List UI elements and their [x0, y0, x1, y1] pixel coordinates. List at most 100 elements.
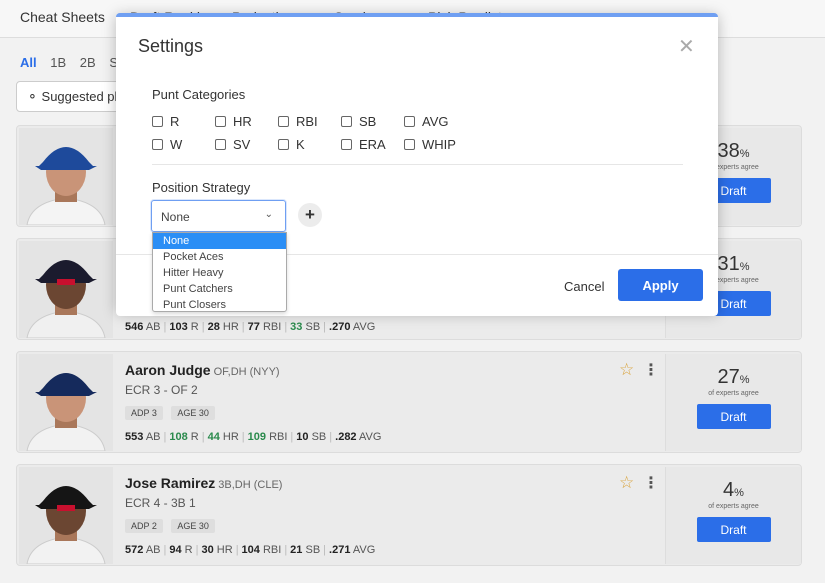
checkbox-box[interactable] — [341, 116, 352, 127]
expert-percent: 38 — [717, 140, 740, 162]
player-position: 3B,DH (CLE) — [218, 479, 283, 491]
stat-label: HR — [222, 321, 239, 333]
stat-label: SB — [305, 321, 321, 333]
filter-tab-2b[interactable]: 2B — [80, 55, 96, 70]
checkbox-label: ERA — [359, 137, 386, 152]
stat-separator: | — [290, 431, 294, 443]
option-punt-closers[interactable]: Punt Closers — [153, 297, 286, 313]
stat-value: 572 — [125, 544, 144, 556]
checkbox-label: WHIP — [422, 137, 456, 152]
star-icon[interactable]: ☆ — [619, 473, 634, 493]
expert-consensus: 4% of experts agree Draft — [665, 467, 801, 564]
punt-checkbox-rbi[interactable]: RBI — [278, 114, 318, 129]
option-hitter-heavy[interactable]: Hitter Heavy — [153, 265, 286, 281]
player-position: OF,DH (NYY) — [213, 366, 280, 378]
player-card: Jose Ramirez 3B,DH (CLE) ECR 4 - 3B 1 ADP… — [16, 464, 802, 566]
checkbox-label: R — [170, 114, 180, 129]
stat-label: R — [190, 431, 199, 443]
stat-separator: | — [201, 321, 205, 333]
stat-value: 553 — [125, 431, 144, 443]
adp-badge: ADP 2 — [125, 519, 163, 533]
stat-separator: | — [284, 321, 288, 333]
stat-label: AVG — [359, 431, 382, 443]
checkbox-label: AVG — [422, 114, 449, 129]
stat-label: R — [184, 544, 193, 556]
lightbulb-icon: ⚬ — [27, 89, 38, 104]
punt-checkbox-avg[interactable]: AVG — [404, 114, 449, 129]
stat-value: .282 — [335, 431, 357, 443]
add-strategy-button[interactable]: + — [298, 203, 322, 227]
suggested-picks-button[interactable]: ⚬ Suggested pl — [16, 81, 126, 112]
stat-label: AB — [145, 431, 161, 443]
cancel-button[interactable]: Cancel — [564, 279, 604, 294]
stat-separator: | — [163, 431, 167, 443]
more-options-icon[interactable]: ⋮ — [643, 473, 659, 493]
checkbox-box[interactable] — [341, 139, 352, 150]
checkbox-box[interactable] — [404, 116, 415, 127]
option-pocket-aces[interactable]: Pocket Aces — [153, 249, 286, 265]
stat-value: 103 — [169, 321, 188, 333]
checkbox-box[interactable] — [278, 116, 289, 127]
punt-checkbox-k[interactable]: K — [278, 137, 305, 152]
position-strategy-label: Position Strategy — [152, 180, 251, 195]
more-options-icon[interactable]: ⋮ — [643, 360, 659, 380]
punt-checkbox-r[interactable]: R — [152, 114, 179, 129]
stat-value: 44 — [207, 431, 220, 443]
position-strategy-options: None Pocket Aces Hitter Heavy Punt Catchers… — [152, 232, 287, 312]
close-icon[interactable]: ✕ — [678, 34, 695, 59]
checkbox-box[interactable] — [215, 139, 226, 150]
punt-categories-label: Punt Categories — [152, 87, 246, 102]
stat-separator: | — [235, 544, 239, 556]
option-none[interactable]: None — [153, 233, 286, 249]
punt-checkbox-era[interactable]: ERA — [341, 137, 386, 152]
checkbox-label: W — [170, 137, 183, 152]
stat-separator: | — [241, 321, 245, 333]
punt-checkbox-whip[interactable]: WHIP — [404, 137, 456, 152]
player-photo — [19, 241, 113, 338]
stat-label: RBI — [262, 544, 282, 556]
stat-separator: | — [329, 431, 333, 443]
stat-value: .270 — [329, 321, 351, 333]
punt-checkbox-sv[interactable]: SV — [215, 137, 250, 152]
stat-label: AB — [145, 321, 161, 333]
checkbox-box[interactable] — [404, 139, 415, 150]
checkbox-box[interactable] — [215, 116, 226, 127]
checkbox-box[interactable] — [152, 116, 163, 127]
age-badge: AGE 30 — [171, 519, 215, 533]
draft-button[interactable]: Draft — [696, 517, 771, 542]
player-photo — [19, 128, 113, 225]
star-icon[interactable]: ☆ — [619, 360, 634, 380]
nav-cheat-sheets[interactable]: Cheat Sheets — [20, 9, 105, 25]
position-strategy-select[interactable]: None ⌄ — [151, 200, 286, 232]
checkbox-box[interactable] — [278, 139, 289, 150]
stat-label: SB — [311, 431, 327, 443]
player-name[interactable]: Jose Ramirez — [125, 475, 215, 491]
player-stats: 572 AB | 94 R | 30 HR | 104 RBI | 21 SB | .271 AVG — [125, 544, 665, 556]
checkbox-label: HR — [233, 114, 252, 129]
stat-value: 104 — [241, 544, 260, 556]
apply-button[interactable]: Apply — [618, 269, 703, 301]
player-ecr: ECR 4 - 3B 1 — [125, 496, 196, 510]
stat-separator: | — [201, 431, 205, 443]
player-stats: 553 AB | 108 R | 44 HR | 109 RBI | 10 SB | .282 AV… — [125, 431, 665, 443]
filter-tab-all[interactable]: All — [20, 55, 37, 70]
expert-percent: 31 — [717, 253, 740, 275]
chevron-down-icon: ⌄ — [264, 209, 273, 220]
stat-value: .271 — [329, 544, 351, 556]
draft-button[interactable]: Draft — [696, 404, 771, 429]
filter-tab-1b[interactable]: 1B — [50, 55, 66, 70]
punt-checkbox-sb[interactable]: SB — [341, 114, 376, 129]
punt-checkbox-hr[interactable]: HR — [215, 114, 252, 129]
stat-separator: | — [323, 544, 327, 556]
option-punt-catchers[interactable]: Punt Catchers — [153, 281, 286, 297]
player-name[interactable]: Aaron Judge — [125, 362, 211, 378]
stat-value: 109 — [247, 431, 267, 443]
checkbox-box[interactable] — [152, 139, 163, 150]
punt-checkbox-w[interactable]: W — [152, 137, 182, 152]
stat-separator: | — [323, 321, 327, 333]
checkbox-label: SB — [359, 114, 377, 129]
checkbox-label: SV — [233, 137, 251, 152]
player-stats: 546 AB | 103 R | 28 HR | 77 RBI | 33 SB | .270 AVG — [125, 321, 665, 333]
stat-label: AVG — [352, 321, 376, 333]
stat-separator: | — [163, 544, 167, 556]
